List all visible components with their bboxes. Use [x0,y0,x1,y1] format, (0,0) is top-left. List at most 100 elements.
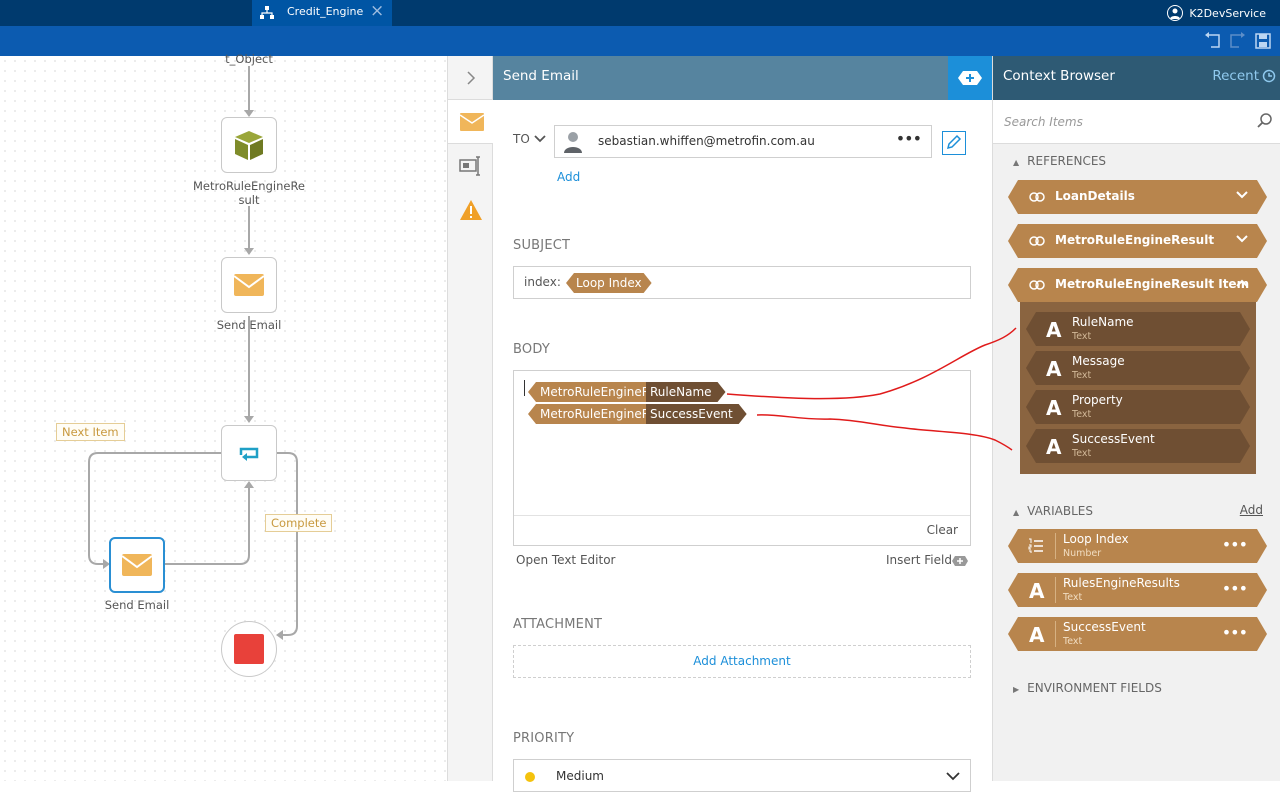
form-field-icon [459,156,480,176]
variable-success-event[interactable]: A SuccessEvent Text ••• [1008,617,1267,651]
person-icon [564,132,582,153]
more-options-icon[interactable]: ••• [896,129,922,148]
chip-field: RuleName [646,382,726,402]
context-browser: Context Browser Recent Search Items ▲ REF… [992,56,1280,781]
add-recipient-link[interactable]: Add [557,170,580,184]
variable-name: SuccessEvent [1063,620,1146,634]
search-icon[interactable] [1257,113,1273,129]
field-type: Text [1072,409,1092,420]
workflow-icon [260,6,274,19]
variable-name: RulesEngineResults [1063,576,1180,590]
environment-fields-header[interactable]: ▶ ENVIRONMENT FIELDS [1013,681,1162,695]
chevron-down-icon [1235,232,1249,246]
node-rule-engine[interactable] [221,117,277,173]
node-end[interactable] [221,621,277,677]
variable-type: Text [1063,636,1083,647]
to-email: sebastian.whiffen@metrofin.com.au [598,134,815,148]
node-send-email-2[interactable] [109,537,165,593]
chevron-down-icon [1235,188,1249,202]
field-property[interactable]: A Property Text [1026,390,1250,424]
subject-field[interactable]: index: Loop Index [513,266,971,299]
chevron-down-icon[interactable] [534,134,546,144]
body-chip-successevent[interactable]: MetroRuleEngineResult Item SuccessEvent [528,404,747,424]
workflow-canvas[interactable]: t_Object MetroRuleEngineRe sult Send Ema… [0,52,447,781]
chip-source: MetroRuleEngineResult Item [528,404,646,424]
divider [1055,621,1056,647]
node-label-send-email-1: Send Email [216,318,282,332]
caret-down-icon: ▲ [1013,158,1020,167]
node-send-email-1[interactable] [221,257,277,313]
to-recipient-field[interactable]: sebastian.whiffen@metrofin.com.au ••• [554,125,932,158]
context-header: Context Browser Recent [993,56,1280,100]
reference-label: MetroRuleEngineResult Item [1055,277,1250,291]
tab-properties[interactable] [448,144,494,188]
variable-rules-engine-results[interactable]: A RulesEngineResults Text ••• [1008,573,1267,607]
tab-warnings[interactable] [448,188,494,232]
envelope-icon [233,274,265,296]
send-email-editor: Send Email TO sebastian.whiffen@metrofin… [493,56,992,792]
user-menu[interactable]: K2DevService [1167,0,1266,26]
add-variable-link[interactable]: Add [1240,503,1263,517]
open-text-editor-link[interactable]: Open Text Editor [516,553,615,567]
toolbar [0,26,1280,56]
reference-metro-rule-engine-result-item[interactable]: MetroRuleEngineResult Item [1008,268,1267,302]
priority-select[interactable]: Medium [513,759,971,792]
field-type: Text [1072,331,1092,342]
text-type-icon: A [1029,623,1045,647]
editor-header: Send Email [493,56,992,100]
more-options-icon[interactable]: ••• [1222,579,1247,598]
insert-field-icon[interactable] [952,556,968,566]
node-label-line1: MetroRuleEngineRe [192,179,305,193]
user-name: K2DevService [1189,6,1266,20]
collapse-button[interactable] [448,56,494,100]
variables-header[interactable]: ▲ VARIABLES [1013,504,1093,518]
reference-icon [1028,277,1046,293]
envelope-icon [121,554,153,576]
list-number-icon [1028,538,1044,554]
clock-icon[interactable] [1262,69,1276,83]
field-message[interactable]: A Message Text [1026,351,1250,385]
reference-loan-details[interactable]: LoanDetails [1008,180,1267,214]
node-loop[interactable] [221,425,277,481]
reference-icon [1028,189,1046,205]
text-type-icon: A [1046,357,1062,381]
insert-field-link[interactable]: Insert Field [886,553,952,567]
subject-prefix: index: [524,275,561,289]
save-icon[interactable] [1253,31,1273,51]
item-fields-panel: A RuleName Text A Message Text A Propert… [1020,302,1256,474]
search-input[interactable]: Search Items [1004,115,1083,129]
field-type: Text [1072,448,1092,459]
edit-recipient-button[interactable] [942,131,966,155]
variables-label: VARIABLES [1027,504,1094,518]
user-avatar-icon [1167,5,1184,21]
reference-metro-rule-engine-result[interactable]: MetroRuleEngineResult [1008,224,1267,258]
node-label-send-email-2: Send Email [104,598,170,612]
body-editor[interactable]: MetroRuleEngineResult Item RuleName Metr… [513,370,971,546]
chevron-down-icon [946,772,960,781]
config-strip [447,56,495,781]
add-attachment-link[interactable]: Add Attachment [693,654,790,668]
variable-name: Loop Index [1063,532,1129,546]
variable-loop-index[interactable]: Loop Index Number ••• [1008,529,1267,563]
recent-link[interactable]: Recent [1212,68,1259,84]
body-chip-rulename[interactable]: MetroRuleEngineResult Item RuleName [528,382,726,402]
clear-button[interactable]: Clear [927,523,958,537]
pencil-icon [946,134,962,150]
add-attachment-zone[interactable]: Add Attachment [513,645,971,678]
text-type-icon: A [1046,396,1062,420]
more-options-icon[interactable]: ••• [1222,535,1247,554]
subject-chip-loop-index[interactable]: Loop Index [566,273,652,293]
close-icon[interactable]: × [370,1,384,21]
caret-down-icon: ▲ [1013,508,1020,517]
context-toggle-button[interactable] [948,56,992,100]
field-successevent[interactable]: A SuccessEvent Text [1026,429,1250,463]
redo-icon[interactable] [1227,31,1247,51]
tab-email[interactable] [448,100,495,144]
subject-label: SUBJECT [513,238,571,253]
context-search[interactable]: Search Items [993,100,1280,144]
undo-icon[interactable] [1203,31,1223,51]
tab-credit-engine[interactable]: Credit_Engine × [252,0,392,26]
references-header[interactable]: ▲ REFERENCES [1013,154,1106,168]
more-options-icon[interactable]: ••• [1222,623,1247,642]
field-rulename[interactable]: A RuleName Text [1026,312,1250,346]
